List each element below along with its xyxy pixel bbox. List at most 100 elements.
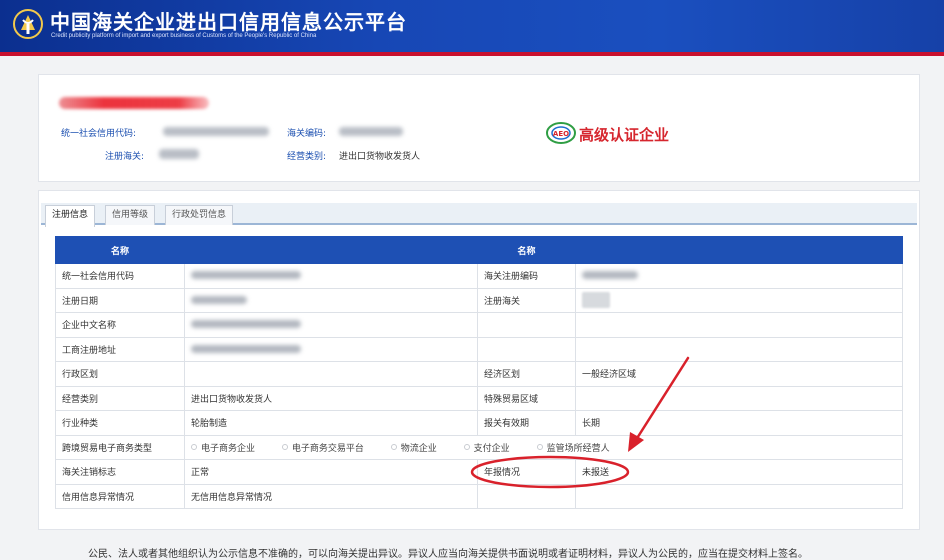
redacted-value [191, 344, 301, 353]
row-label: 统一社会信用代码 [55, 263, 185, 289]
redacted-value [191, 271, 301, 280]
row-value [575, 263, 903, 289]
table-row-ecommerce: 跨境贸易电子商务类型 电子商务企业 电子商务交易平台 物流企业 支付企业 监管场… [55, 434, 903, 460]
checkbox-supervision-operator[interactable]: 监管场所经营人 [536, 441, 610, 454]
tab-registration-info[interactable]: 注册信息 [45, 205, 96, 227]
column-header-name: 名称 [55, 236, 185, 264]
checkbox-payment[interactable]: 支付企业 [463, 441, 510, 454]
row-value [575, 385, 903, 411]
checkbox-icon [191, 444, 197, 451]
tab-credit-level[interactable]: 信用等级 [105, 205, 156, 225]
table-row: 信用信息异常情况 无信用信息异常情况 [55, 483, 903, 509]
row-value: 正常 [184, 459, 478, 485]
row-value: 轮胎制造 [184, 410, 478, 436]
annual-report-value: 未报送 [575, 459, 903, 485]
table-row: 工商注册地址 [55, 336, 903, 362]
tab-bar: 注册信息 信用等级 行政处罚信息 [41, 203, 917, 227]
row-label: 行业种类 [55, 410, 185, 436]
aeo-small-text: AEO [553, 130, 569, 138]
checkbox-icon [281, 444, 288, 451]
business-type-label: 经营类别: [287, 152, 327, 162]
row-value [575, 336, 903, 362]
checkbox-label: 物流企业 [400, 443, 437, 454]
company-name-redacted [59, 97, 209, 109]
registration-table: 名称 名称 统一社会信用代码 海关注册编码 注册日期 注册海关 企业中文名称 工… [55, 236, 903, 509]
row-label: 跨境贸易电子商务类型 [55, 434, 185, 460]
credit-code-redacted [163, 127, 269, 136]
row-label: 报关有效期 [477, 410, 576, 436]
row-label: 注册海关 [477, 287, 576, 313]
row-label: 信用信息异常情况 [55, 483, 185, 509]
reg-customs-label: 注册海关: [105, 152, 145, 162]
credit-code-label: 统一社会信用代码: [61, 129, 137, 139]
annual-report-label: 年报情况 [477, 459, 576, 485]
row-label [477, 312, 576, 338]
customs-code-redacted [339, 127, 403, 136]
table-row: 注册日期 注册海关 [55, 287, 903, 313]
checkbox-icon [463, 444, 470, 451]
redacted-value [582, 292, 610, 309]
column-header-empty [575, 236, 903, 264]
row-label: 工商注册地址 [55, 336, 185, 362]
row-label: 特殊贸易区域 [477, 385, 576, 411]
row-label [477, 336, 576, 362]
checkbox-label: 电子商务交易平台 [291, 443, 364, 454]
site-banner: 中国海关企业进出口信用信息公示平台 Credit publicity platf… [0, 0, 944, 52]
checkbox-ecommerce-platform[interactable]: 电子商务交易平台 [281, 441, 364, 454]
site-subtitle: Credit publicity platform of import and … [51, 33, 317, 39]
table-row: 统一社会信用代码 海关注册编码 [55, 263, 903, 289]
table-row: 行业种类 轮胎制造 报关有效期 长期 [55, 410, 903, 436]
row-value [575, 312, 903, 338]
row-label [477, 483, 576, 509]
ecommerce-options: 电子商务企业 电子商务交易平台 物流企业 支付企业 监管场所经营人 [184, 434, 903, 460]
row-value [575, 483, 903, 509]
checkbox-logistics[interactable]: 物流企业 [390, 441, 437, 454]
row-label: 注册日期 [55, 287, 185, 313]
aeo-logo-icon: AEO [546, 122, 576, 144]
site-title: 中国海关企业进出口信用信息公示平台 [50, 10, 407, 34]
column-header-empty [184, 236, 478, 264]
row-label: 企业中文名称 [55, 312, 185, 338]
aeo-badge-text: 高级认证企业 [579, 126, 670, 144]
checkbox-icon [536, 444, 543, 451]
customs-code-label: 海关编码: [287, 129, 327, 139]
tab-penalty-info[interactable]: 行政处罚信息 [165, 205, 234, 225]
objection-notice: 公民、法人或者其他组织认为公示信息不准确的，可以向海关提出异议。异议人应当向海关… [88, 549, 808, 560]
checkbox-label: 电子商务企业 [201, 443, 256, 454]
row-label: 海关注销标志 [55, 459, 185, 485]
table-row: 行政区划 经济区划 一般经济区域 [55, 361, 903, 387]
row-value [184, 263, 478, 289]
row-label: 经营类别 [55, 385, 185, 411]
row-value [184, 361, 478, 387]
redacted-value [582, 271, 638, 280]
checkbox-label: 支付企业 [473, 443, 510, 454]
column-header-name: 名称 [477, 236, 576, 264]
row-value: 无信用信息异常情况 [184, 483, 478, 509]
redacted-value [191, 320, 301, 329]
row-value: 进出口货物收发货人 [184, 385, 478, 411]
table-header-row: 名称 名称 [55, 236, 903, 264]
customs-emblem-icon [13, 9, 43, 39]
row-value [575, 287, 903, 313]
checkbox-label: 监管场所经营人 [546, 443, 610, 454]
redacted-value [191, 295, 247, 304]
aeo-badge: AEO 高级认证企业 [545, 120, 675, 146]
row-value [184, 287, 478, 313]
registration-card: 注册信息 信用等级 行政处罚信息 名称 名称 统一社会信用代码 海关注册编码 注… [38, 190, 920, 530]
checkbox-ecommerce-enterprise[interactable]: 电子商务企业 [191, 441, 255, 454]
reg-customs-redacted [159, 149, 199, 159]
row-value [184, 336, 478, 362]
table-row: 经营类别 进出口货物收发货人 特殊贸易区域 [55, 385, 903, 411]
row-value: 长期 [575, 410, 903, 436]
company-info-card: 统一社会信用代码: 注册海关: 海关编码: 经营类别: 进出口货物收发货人 AE… [38, 74, 920, 182]
row-label: 行政区划 [55, 361, 185, 387]
row-value: 一般经济区域 [575, 361, 903, 387]
table-row: 海关注销标志 正常 年报情况 未报送 [55, 459, 903, 485]
row-label: 海关注册编码 [477, 263, 576, 289]
banner-stripe [0, 52, 944, 56]
table-row: 企业中文名称 [55, 312, 903, 338]
row-label: 经济区划 [477, 361, 576, 387]
checkbox-icon [390, 444, 397, 451]
row-value [184, 312, 478, 338]
business-type-value: 进出口货物收发货人 [339, 152, 421, 162]
